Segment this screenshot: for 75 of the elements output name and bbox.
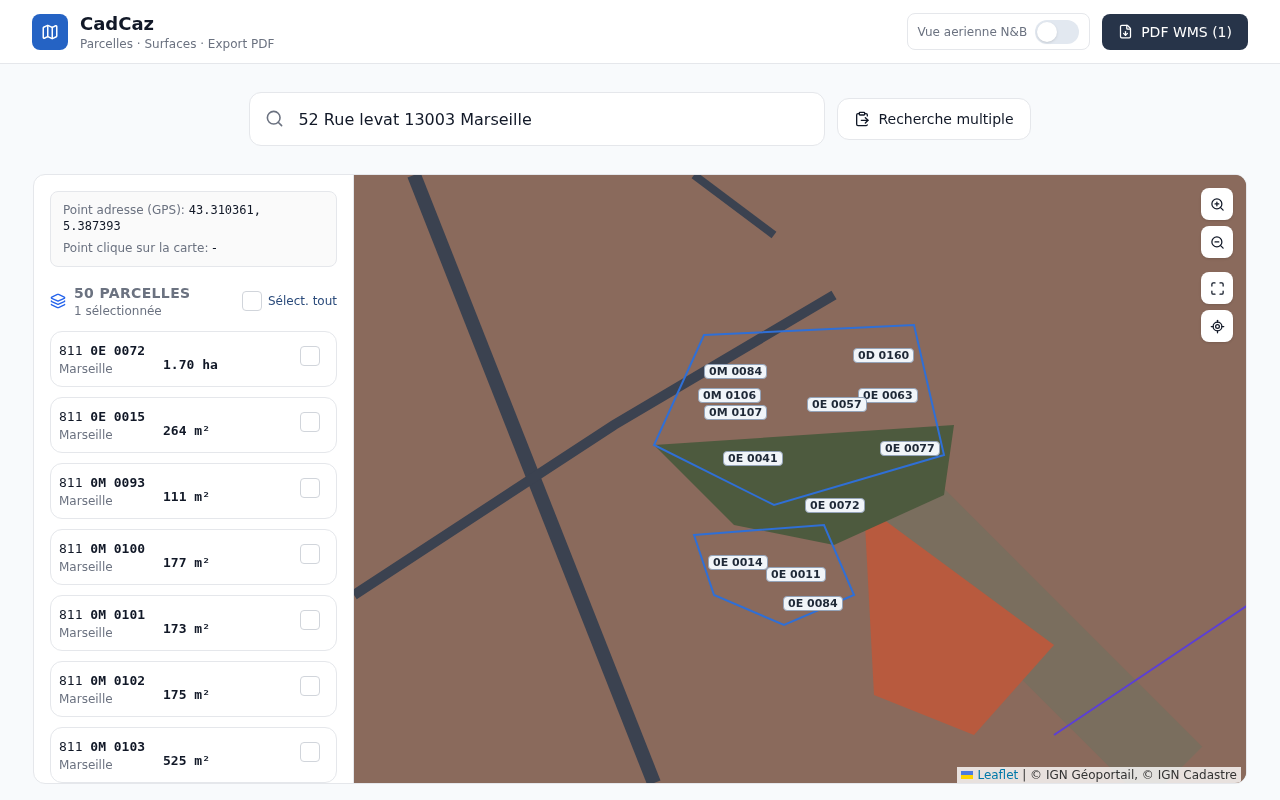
click-info: Point clique sur la carte: - xyxy=(63,240,218,256)
attribution-text: | © IGN Géoportail, © IGN Cadastre xyxy=(1022,767,1237,783)
parcel-label[interactable]: 0M 0106 xyxy=(698,388,762,403)
parcel-label[interactable]: 0E 0084 xyxy=(783,596,843,611)
parcel-city: Marseille xyxy=(59,756,114,773)
app-title: CadCaz xyxy=(80,11,156,36)
parcel-label[interactable]: 0E 0041 xyxy=(723,451,783,466)
crosshair-icon xyxy=(1209,318,1225,334)
parcel-card[interactable]: 811 0M 0101 Marseille 173 m² xyxy=(50,595,337,651)
parcel-card[interactable]: 811 0E 0015 Marseille 264 m² xyxy=(50,397,337,453)
aerial-toggle[interactable] xyxy=(1035,19,1080,44)
parcel-area: 111 m² xyxy=(163,487,210,507)
aerial-map[interactable]: 0D 0160 0M 0084 0M 0106 0M 0107 0E 0063 0E 0057 0E 0077 0E 0041 0E 0072 0E 0014 0E 0011 0E 0084 Leaflet | © IGN Géoportail, © IGN Cadastre xyxy=(354,175,1246,783)
gps-info: Point adresse (GPS): 43.310361, 5.387393 xyxy=(63,202,262,234)
parcel-checkbox[interactable] xyxy=(300,477,320,498)
parcel-card[interactable]: 811 0M 0100 Marseille 177 m² xyxy=(50,529,337,585)
flag-icon xyxy=(961,771,974,779)
parcel-card[interactable]: 811 0E 0072 Marseille 1.70 ha xyxy=(50,331,337,387)
layers-icon xyxy=(50,293,66,309)
search-field[interactable]: 52 Rue levat 13003 Marseille xyxy=(249,92,826,146)
parcel-label[interactable]: 0E 0077 xyxy=(880,441,940,456)
zoom-out-button[interactable] xyxy=(1201,226,1233,258)
zoom-in-button[interactable] xyxy=(1201,188,1233,220)
parcel-label[interactable]: 0M 0084 xyxy=(704,364,768,379)
parcel-id: 811 0M 0093 xyxy=(59,474,147,493)
parcel-city: Marseille xyxy=(59,426,114,443)
parcel-checkbox[interactable] xyxy=(300,345,320,366)
parcel-area: 173 m² xyxy=(163,619,210,639)
fullscreen-icon xyxy=(1209,280,1225,296)
leaflet-link[interactable]: Leaflet xyxy=(977,767,1019,783)
parcel-label[interactable]: 0M 0107 xyxy=(704,405,768,420)
parcel-id: 811 0M 0100 xyxy=(59,540,147,559)
parcel-city: Marseille xyxy=(59,690,114,707)
parcel-area: 525 m² xyxy=(163,751,210,771)
file-download-icon xyxy=(1118,24,1134,39)
parcel-checkbox[interactable] xyxy=(300,609,320,630)
parcels-count: 50 PARCELLES xyxy=(74,284,191,303)
clipboard-icon xyxy=(854,111,871,127)
zoom-out-icon xyxy=(1209,234,1225,250)
selection-count: 1 sélectionnée xyxy=(74,303,163,319)
parcel-city: Marseille xyxy=(59,492,114,509)
parcel-label[interactable]: 0E 0072 xyxy=(805,498,865,513)
parcel-card[interactable]: 811 0M 0093 Marseille 111 m² xyxy=(50,463,337,519)
parcel-id: 811 0M 0101 xyxy=(59,606,147,625)
parcel-id: 811 0E 0072 xyxy=(59,342,147,361)
parcel-area: 177 m² xyxy=(163,553,210,573)
parcel-checkbox[interactable] xyxy=(300,543,320,564)
fullscreen-button[interactable] xyxy=(1201,272,1233,304)
parcel-checkbox[interactable] xyxy=(300,675,320,696)
parcel-label[interactable]: 0E 0014 xyxy=(708,555,768,570)
zoom-in-icon xyxy=(1209,196,1225,212)
parcel-id: 811 0E 0015 xyxy=(59,408,147,427)
parcel-city: Marseille xyxy=(59,360,114,377)
pdf-export-button[interactable]: PDF WMS (1) xyxy=(1102,13,1248,50)
multi-search-button[interactable]: Recherche multiple xyxy=(837,98,1031,140)
parcel-area: 175 m² xyxy=(163,685,210,705)
parcel-card[interactable]: 811 0M 0102 Marseille 175 m² xyxy=(50,661,337,717)
parcel-city: Marseille xyxy=(59,624,114,641)
toggle-label: Vue aerienne N&B xyxy=(917,23,1028,40)
parcel-checkbox[interactable] xyxy=(300,411,320,432)
parcel-label[interactable]: 0D 0160 xyxy=(853,348,915,363)
parcel-checkbox[interactable] xyxy=(300,741,320,762)
parcel-area: 1.70 ha xyxy=(163,355,218,375)
app-subtitle: Parcelles · Surfaces · Export PDF xyxy=(80,35,275,52)
select-all-checkbox[interactable] xyxy=(242,291,262,311)
parcel-id: 811 0M 0102 xyxy=(59,672,147,691)
parcel-label[interactable]: 0E 0011 xyxy=(766,567,826,582)
search-icon xyxy=(265,109,285,128)
parcel-id: 811 0M 0103 xyxy=(59,738,147,757)
locate-button[interactable] xyxy=(1201,310,1233,342)
select-all-label[interactable]: Sélect. tout xyxy=(268,293,337,309)
parcel-city: Marseille xyxy=(59,558,114,575)
parcel-area: 264 m² xyxy=(163,421,210,441)
map-logo-icon xyxy=(32,13,68,50)
parcel-card[interactable]: 811 0M 0103 Marseille 525 m² xyxy=(50,727,337,783)
